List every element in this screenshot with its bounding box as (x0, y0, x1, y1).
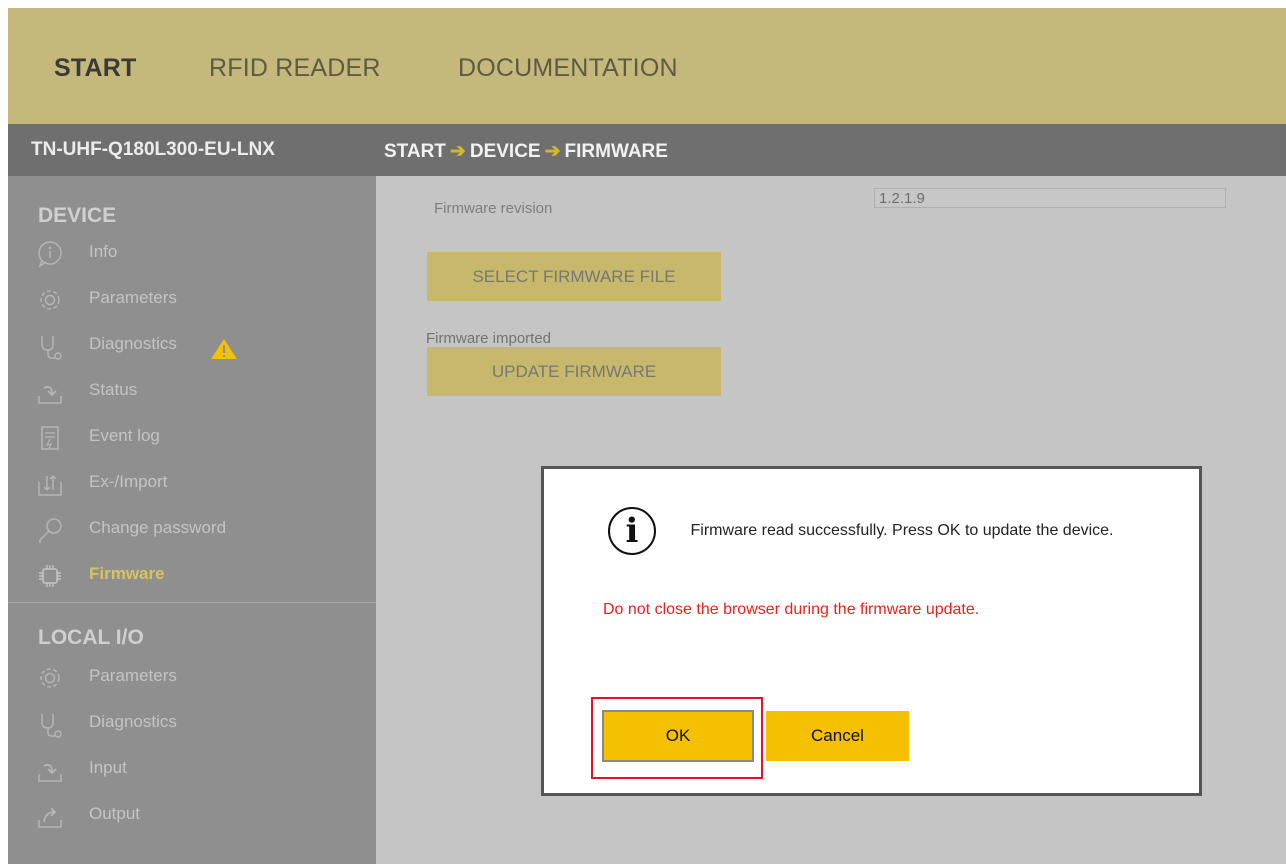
sidebar-item-label: Diagnostics (89, 334, 177, 353)
breadcrumb-start[interactable]: START (384, 141, 446, 162)
cancel-button[interactable]: Cancel (766, 711, 909, 761)
sidebar-item-input[interactable]: Input (36, 750, 356, 790)
top-navigation: START RFID READER DOCUMENTATION (8, 8, 1286, 124)
sidebar-item-diagnostics[interactable]: Diagnostics (36, 326, 356, 366)
stethoscope-icon (41, 714, 62, 738)
stethoscope-icon (41, 336, 62, 360)
output-arrow-icon (38, 807, 62, 828)
breadcrumb-firmware: FIRMWARE (564, 141, 668, 162)
gear-icon (40, 290, 60, 310)
firmware-imported-label: Firmware imported (426, 330, 552, 347)
breadcrumb: START ➔ DEVICE ➔ FIRMWARE (384, 140, 668, 163)
select-firmware-file-button[interactable]: SELECT FIRMWARE FILE (427, 252, 721, 301)
sidebar-item-label: Event log (89, 426, 160, 445)
sidebar: DEVICE Info Parameters Diagnostics Statu… (8, 176, 376, 864)
dialog-message: Firmware read successfully. Press OK to … (690, 522, 1114, 539)
sidebar-item-label: Firmware (89, 564, 165, 583)
event-log-icon (41, 426, 59, 450)
sidebar-item-output[interactable]: Output (36, 796, 356, 836)
sidebar-item-change-password[interactable]: Change password (36, 510, 356, 550)
breadcrumb-arrow-icon: ➔ (544, 141, 561, 162)
key-icon (39, 518, 62, 543)
sidebar-item-label: Ex-/Import (89, 472, 168, 491)
dialog-warning: Do not close the browser during the firm… (603, 601, 980, 618)
input-arrow-icon (38, 763, 62, 782)
firmware-revision-label: Firmware revision (434, 200, 553, 217)
app-frame: START RFID READER DOCUMENTATION TN-UHF-Q… (8, 8, 1286, 864)
sidebar-divider (8, 602, 376, 603)
sidebar-item-label: Input (89, 758, 127, 777)
sidebar-item-ex-import[interactable]: Ex-/Import (36, 464, 356, 504)
sidebar-item-label: Info (89, 242, 118, 261)
tab-rfid-reader[interactable]: RFID READER (209, 54, 381, 83)
sidebar-item-label: Output (89, 804, 141, 823)
breadcrumb-device[interactable]: DEVICE (470, 141, 541, 162)
sidebar-section-device: DEVICE (38, 204, 117, 227)
ok-button[interactable]: OK (602, 710, 754, 762)
gear-icon (40, 668, 60, 688)
tab-start[interactable]: START (54, 54, 136, 83)
firmware-confirm-dialog: i Firmware read successfully. Press OK t… (541, 466, 1202, 796)
sidebar-item-status[interactable]: Status (36, 372, 356, 412)
info-icon (38, 241, 62, 268)
update-firmware-button[interactable]: UPDATE FIRMWARE (427, 347, 721, 396)
sidebar-item-local-parameters[interactable]: Parameters (36, 658, 356, 698)
sidebar-section-local-io: LOCAL I/O (38, 626, 144, 649)
import-export-icon (38, 474, 62, 496)
header-bar: TN-UHF-Q180L300-EU-LNX START ➔ DEVICE ➔ FIRM… (8, 124, 1286, 176)
sidebar-item-label: Parameters (89, 288, 177, 307)
sidebar-item-parameters[interactable]: Parameters (36, 280, 356, 320)
warning-icon (211, 339, 237, 359)
info-icon: i (608, 507, 656, 555)
firmware-revision-value: 1.2.1.9 (874, 188, 1226, 208)
sidebar-item-firmware[interactable]: Firmware (36, 556, 356, 596)
sidebar-item-label: Diagnostics (89, 712, 177, 731)
chip-icon (39, 565, 61, 587)
sidebar-item-label: Change password (89, 518, 227, 537)
sidebar-item-label: Parameters (89, 666, 177, 685)
device-name: TN-UHF-Q180L300-EU-LNX (31, 139, 275, 160)
tab-documentation[interactable]: DOCUMENTATION (458, 54, 678, 83)
sidebar-item-label: Status (89, 380, 138, 399)
sidebar-item-info[interactable]: Info (36, 234, 356, 274)
breadcrumb-arrow-icon: ➔ (449, 141, 466, 162)
sidebar-item-event-log[interactable]: Event log (36, 418, 356, 458)
status-arrow-icon (38, 385, 62, 404)
sidebar-item-local-diagnostics[interactable]: Diagnostics (36, 704, 356, 744)
